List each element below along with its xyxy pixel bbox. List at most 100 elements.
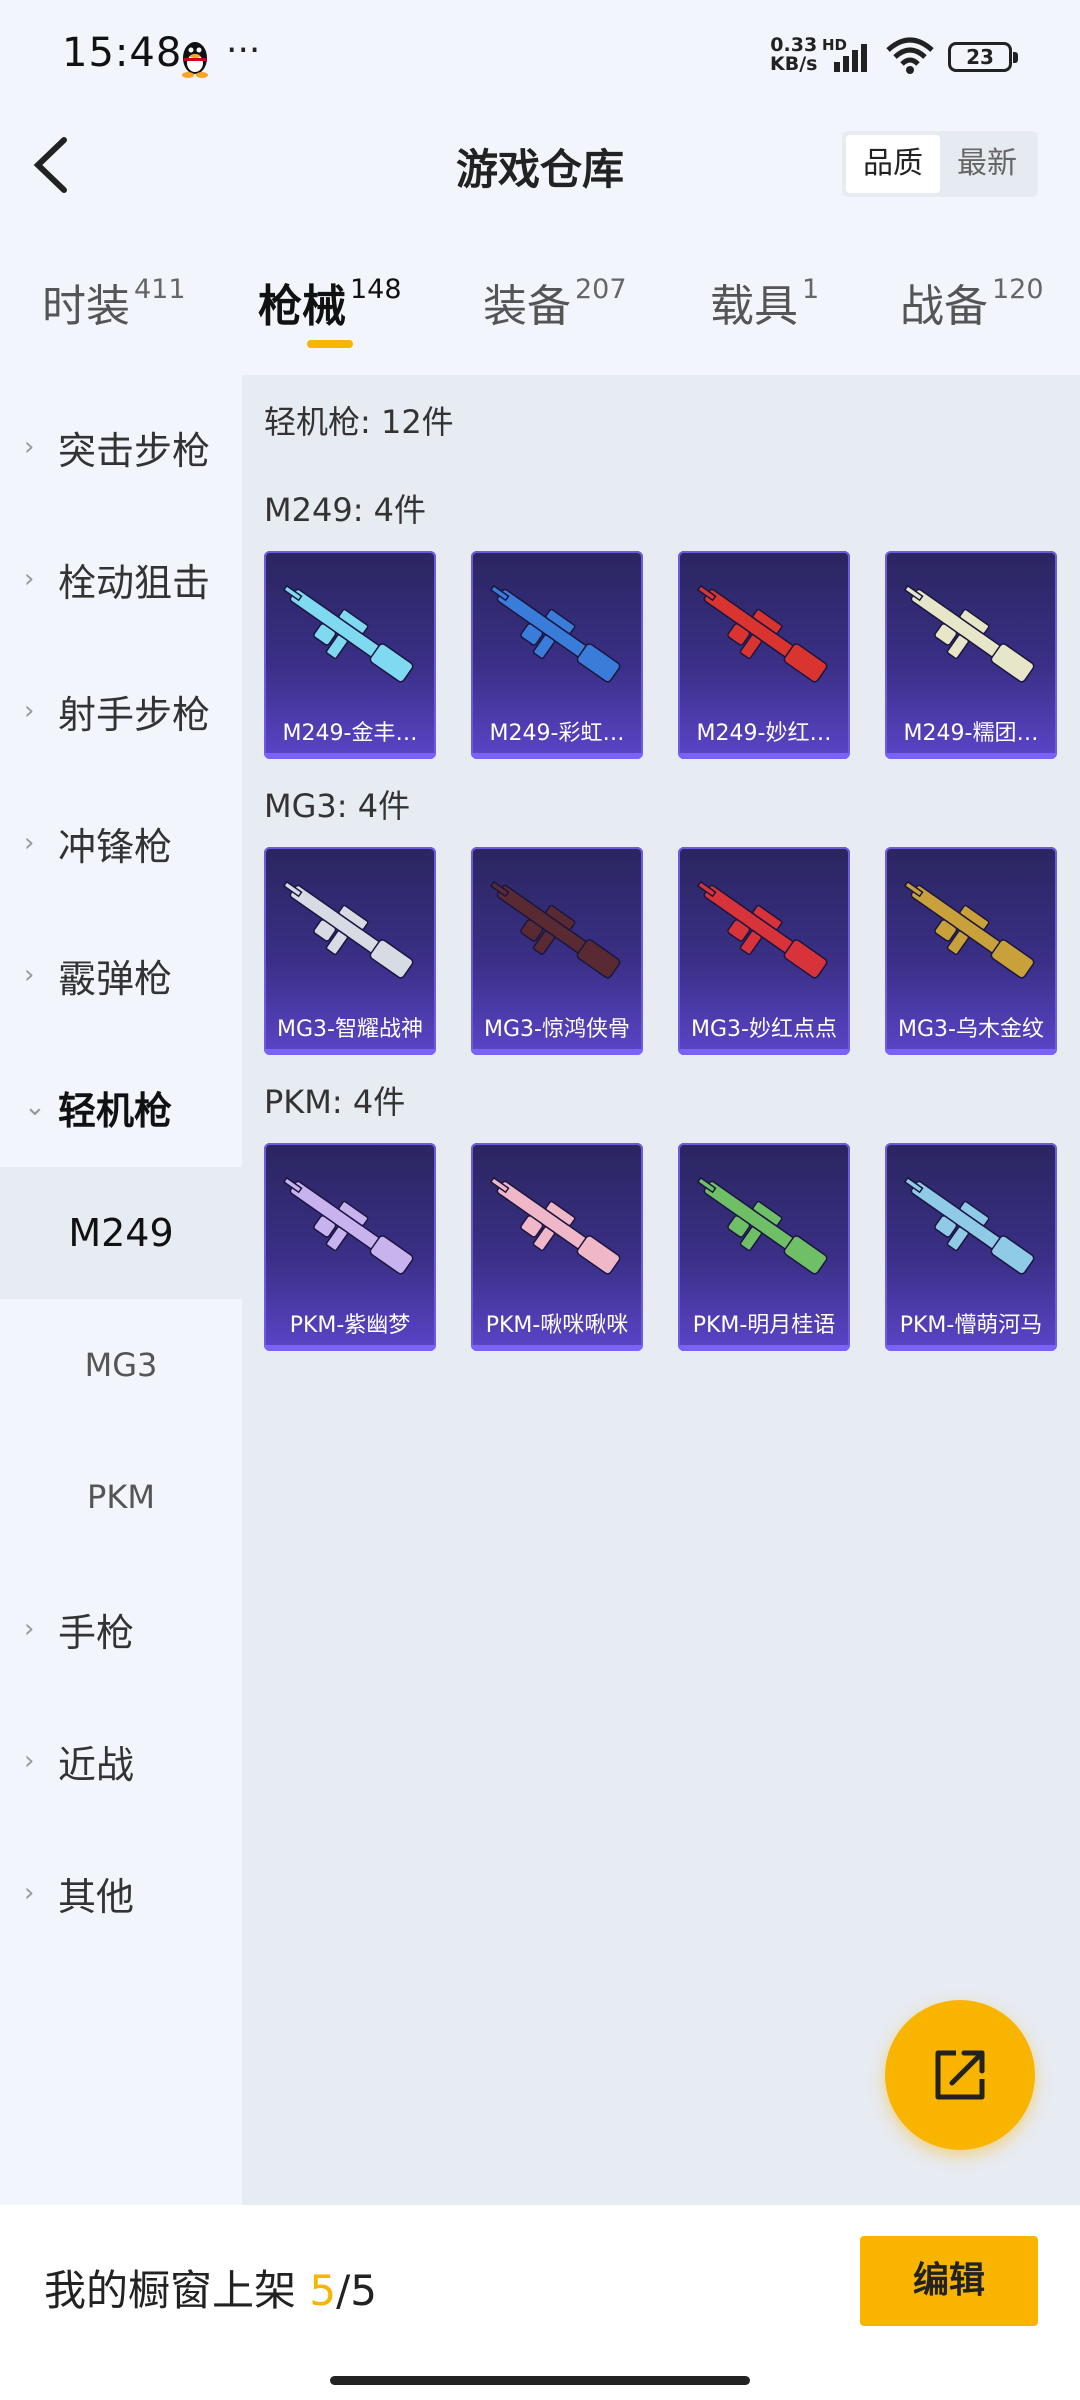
item-name: M249-彩虹… [489,721,625,746]
active-tab-indicator [307,340,353,348]
tab-equipment[interactable]: 装备 207 [483,270,627,350]
item-card[interactable]: M249-糯团… [885,551,1057,759]
sidebar-item-lmg[interactable]: ⌄ 轻机枪 [0,1041,242,1173]
sidebar-item-label: 其他 [58,1874,135,1919]
shelf-label: 我的橱窗上架 [44,2266,297,2315]
category-summary: 轻机枪: 12件 [264,403,454,441]
bottom-bar: 我的橱窗上架 5/5 编辑 [0,2205,1080,2400]
tab-label: 战备 [900,281,988,332]
sidebar-item-assault-rifle[interactable]: › 突击步枪 [0,381,242,513]
signal-icon [834,44,867,72]
chevron-right-icon: › [24,960,35,990]
chevron-down-icon: ⌄ [24,1092,46,1122]
sidebar-item-bolt-sniper[interactable]: › 栓动狙击 [0,513,242,645]
item-card[interactable]: M249-妙红… [678,551,850,759]
shelf-status: 我的橱窗上架 5/5 [44,2257,377,2318]
qq-icon [182,42,208,78]
item-card[interactable]: MG3-惊鸿侠骨 [471,847,643,1055]
gun-image [696,880,828,979]
sidebar-item-smg[interactable]: › 冲锋枪 [0,777,242,909]
net-speed-unit: KB/s [770,53,818,75]
tab-firearms[interactable]: 枪械 148 [258,270,402,350]
item-name: MG3-惊鸿侠骨 [484,1017,630,1042]
wifi-icon [886,37,934,74]
sidebar-item-label: 栓动狙击 [58,560,211,605]
tab-supplies[interactable]: 战备 120 [900,270,1044,350]
sidebar-item-shotgun[interactable]: › 霰弹枪 [0,909,242,1041]
share-fab-button[interactable] [885,2000,1035,2150]
item-card[interactable]: PKM-懵萌河马 [885,1143,1057,1351]
tab-vehicles[interactable]: 载具 1 [710,270,819,350]
tab-count: 207 [575,274,627,305]
sort-toggle: 品质 最新 [842,131,1038,197]
external-link-icon [935,2050,985,2100]
chevron-right-icon: › [24,828,35,858]
sidebar-item-label: 轻机枪 [58,1088,173,1133]
gun-image [903,1176,1035,1275]
item-card[interactable]: MG3-乌木金纹 [885,847,1057,1055]
tab-label: 载具 [710,281,798,332]
gun-image [696,584,828,683]
shelf-current-count: 5 [309,2266,337,2315]
chevron-left-icon [33,137,67,193]
tab-label: 时装 [42,281,130,332]
chevron-right-icon: › [24,432,35,462]
status-time: 15:48 [62,30,183,76]
sidebar-item-label: 手枪 [58,1610,135,1655]
sort-quality-button[interactable]: 品质 [846,135,940,193]
section-title-m249: M249: 4件 [264,491,427,529]
item-grid-panel: 轻机枪: 12件 M249: 4件 M249-金丰… M249-彩虹… M249… [242,375,1080,2205]
home-indicator[interactable] [330,2376,750,2385]
edit-button[interactable]: 编辑 [860,2236,1038,2326]
chevron-right-icon: › [24,696,35,726]
item-name: PKM-明月桂语 [692,1313,836,1338]
status-more-dots: ··· [226,30,261,71]
gun-image [282,1176,414,1275]
sort-newest-button[interactable]: 最新 [940,135,1034,193]
sidebar-item-label: 突击步枪 [58,428,211,473]
back-button[interactable] [26,130,76,200]
tab-count: 120 [992,274,1044,305]
item-name: M249-糯团… [903,721,1039,746]
sidebar-subitem-pkm[interactable]: PKM [0,1431,242,1563]
gun-image [696,1176,828,1275]
gun-image [903,880,1035,979]
item-name: MG3-乌木金纹 [898,1017,1044,1042]
sidebar-subitem-m249[interactable]: M249 [0,1167,242,1299]
gun-image [903,584,1035,683]
item-card[interactable]: PKM-紫幽梦 [264,1143,436,1351]
sidebar-item-label: 射手步枪 [58,692,211,737]
sidebar-item-other[interactable]: › 其他 [0,1827,242,1959]
section-title-mg3: MG3: 4件 [264,787,411,825]
gun-image [282,584,414,683]
item-name: MG3-妙红点点 [691,1017,837,1042]
item-card[interactable]: MG3-智耀战神 [264,847,436,1055]
item-card[interactable]: PKM-啾咪啾咪 [471,1143,643,1351]
sidebar-item-label: 近战 [58,1742,135,1787]
item-name: PKM-紫幽梦 [289,1313,411,1338]
item-name: MG3-智耀战神 [277,1017,423,1042]
sidebar-item-melee[interactable]: › 近战 [0,1695,242,1827]
tab-fashion[interactable]: 时装 411 [42,270,186,350]
item-card[interactable]: PKM-明月桂语 [678,1143,850,1351]
item-name: M249-金丰… [282,721,418,746]
item-card[interactable]: M249-彩虹… [471,551,643,759]
gun-image [489,880,621,979]
category-tabs: 时装 411 枪械 148 装备 207 载具 1 战备 120 [0,270,1080,360]
status-bar: 15:48 ··· 0.33 KB/s HD 23 [0,0,1080,110]
sidebar: › 突击步枪 › 栓动狙击 › 射手步枪 › 冲锋枪 › 霰弹枪 ⌄ 轻机枪 M249 MG… [0,375,242,2205]
chevron-right-icon: › [24,564,35,594]
tab-label: 枪械 [258,281,346,332]
sidebar-item-pistol[interactable]: › 手枪 [0,1563,242,1695]
sidebar-item-label: 冲锋枪 [58,824,173,869]
tab-count: 148 [350,274,402,305]
tab-count: 411 [134,274,186,305]
section-title-pkm: PKM: 4件 [264,1083,406,1121]
sidebar-item-marksman-rifle[interactable]: › 射手步枪 [0,645,242,777]
item-name: PKM-啾咪啾咪 [485,1313,629,1338]
item-card[interactable]: M249-金丰… [264,551,436,759]
tab-label: 装备 [483,281,571,332]
item-card[interactable]: MG3-妙红点点 [678,847,850,1055]
battery-indicator: 23 [948,42,1018,72]
sidebar-subitem-mg3[interactable]: MG3 [0,1299,242,1431]
